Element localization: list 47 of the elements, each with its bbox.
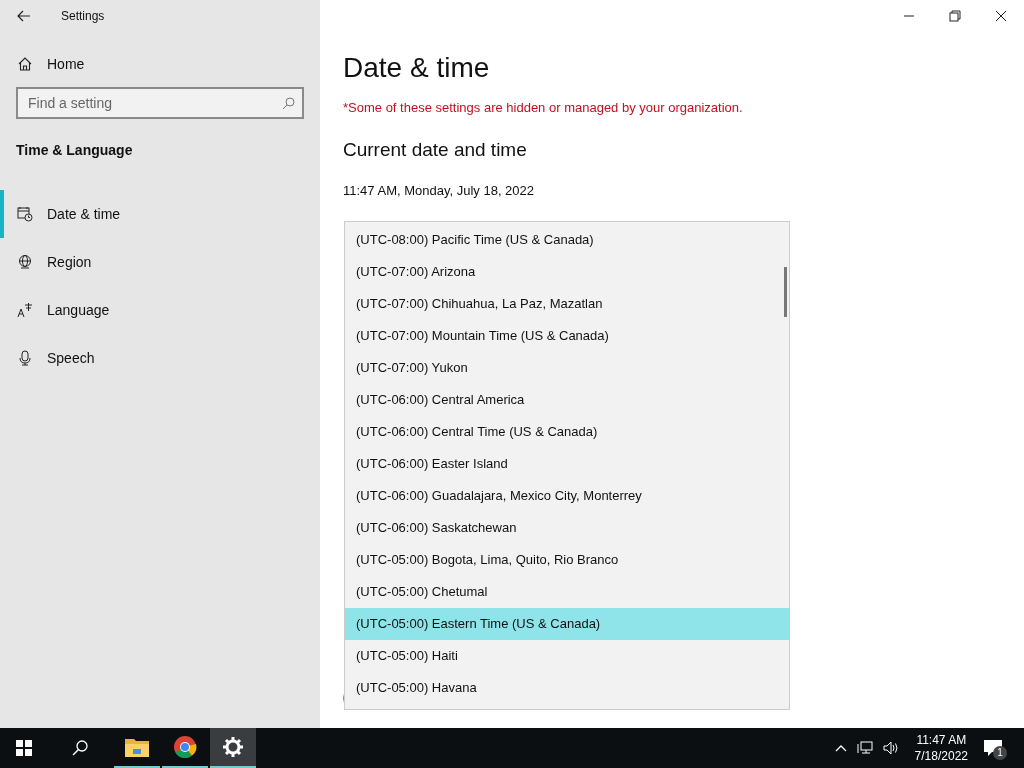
home-icon [17, 56, 33, 72]
browser-icon [173, 735, 197, 759]
taskbar-app[interactable] [210, 728, 256, 768]
timezone-option[interactable]: (UTC-06:00) Easter Island [345, 448, 789, 480]
calendar-clock-icon [17, 206, 33, 222]
folder-icon [125, 737, 149, 757]
speaker-icon[interactable] [882, 741, 901, 755]
timezone-option[interactable]: (UTC-08:00) Pacific Time (US & Canada) [345, 224, 789, 256]
policy-notice: *Some of these settings are hidden or managed by your organization. [343, 100, 744, 115]
chevron-up-icon[interactable] [834, 744, 847, 752]
timezone-option[interactable]: (UTC-05:00) Havana [345, 672, 789, 704]
search-field[interactable]: Find a setting [16, 87, 304, 119]
timezone-option[interactable]: (UTC-06:00) Central Time (US & Canada) [345, 416, 789, 448]
home-link[interactable]: Home [17, 56, 85, 72]
timezone-option[interactable]: (UTC-06:00) Saskatchewan [345, 512, 789, 544]
notification-count: 1 [993, 746, 1007, 760]
timezone-option[interactable]: (UTC-05:00) Haiti [345, 640, 789, 672]
nav-item[interactable]: Region [0, 238, 320, 286]
back-icon[interactable] [17, 10, 31, 22]
timezone-option[interactable]: (UTC-05:00) Eastern Time (US & Canada) [345, 608, 789, 640]
timezone-option[interactable]: (UTC-05:00) Chetumal [345, 576, 789, 608]
timezone-option[interactable]: (UTC-07:00) Yukon [345, 352, 789, 384]
section-heading: Current date and time [343, 139, 528, 161]
timezone-option[interactable]: (UTC-07:00) Mountain Time (US & Canada) [345, 320, 789, 352]
search-icon[interactable] [72, 740, 88, 756]
microphone-icon [17, 350, 33, 366]
nav-item[interactable]: Language [0, 286, 320, 334]
globe-icon [17, 254, 33, 270]
timezone-option[interactable]: (UTC-07:00) Chihuahua, La Paz, Mazatlan [345, 288, 789, 320]
search-icon [282, 97, 295, 110]
language-icon [17, 302, 33, 318]
timezone-option[interactable]: (UTC-06:00) Central America [345, 384, 789, 416]
section-heading: Time & Language [16, 142, 133, 158]
scrollbar-thumb[interactable] [784, 267, 787, 317]
close-icon[interactable] [995, 10, 1007, 22]
nav-item[interactable]: Speech [0, 334, 320, 382]
start-icon[interactable] [16, 740, 32, 756]
restore-icon[interactable] [949, 10, 961, 22]
network-icon[interactable] [856, 741, 873, 755]
taskbar-clock[interactable]: 11:47 AM 7/18/2022 [914, 732, 968, 764]
current-date-time: 11:47 AM, Monday, July 18, 2022 [343, 183, 536, 198]
timezone-option[interactable]: (UTC-06:00) Guadalajara, Mexico City, Monterrey [345, 480, 789, 512]
window-title: Settings [61, 9, 105, 23]
timezone-option[interactable]: (UTC-05:00) Bogota, Lima, Quito, Rio Branco [345, 544, 789, 576]
page-title: Date & time [343, 52, 491, 84]
timezone-option[interactable]: (UTC-07:00) Arizona [345, 256, 789, 288]
gear-icon [223, 737, 243, 757]
